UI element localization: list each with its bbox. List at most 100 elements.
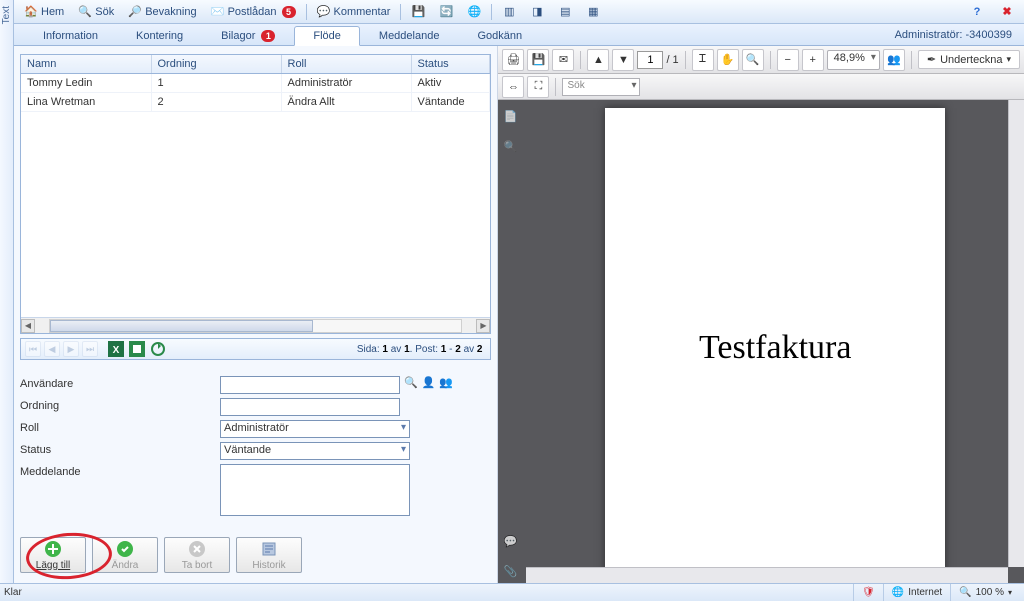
postladan-label: Postlådan (228, 6, 277, 18)
col-status[interactable]: Status (411, 55, 490, 74)
status-text: Klar (4, 587, 22, 598)
detail-form: Användare 🔍 👤 👥 Ordning Roll Administrat… (20, 376, 491, 520)
status-zone[interactable]: 🌐 Internet (883, 584, 950, 601)
ordning-input[interactable] (220, 398, 400, 416)
export-refresh-icon[interactable] (149, 340, 167, 358)
collaborate-icon: 👥 (887, 53, 901, 66)
export-excel-icon[interactable]: X (107, 340, 125, 358)
print-icon: 🖨 (507, 53, 521, 66)
left-rail[interactable]: Text (0, 0, 14, 583)
postladan-button[interactable]: ✉️ Postlådan 5 (205, 3, 302, 21)
comments-icon[interactable]: 💬 (503, 535, 521, 553)
email-button[interactable]: ✉ (552, 49, 574, 71)
hem-button[interactable]: 🏠 Hem (18, 3, 70, 21)
scroll-left-icon[interactable]: ◀ (21, 319, 35, 333)
toolbar-action-1[interactable]: 💾 (405, 3, 431, 21)
refresh-icon: 🔄 (439, 5, 453, 19)
thumbnails-icon[interactable]: 📄 (503, 110, 521, 128)
layout-4-button[interactable]: ▦ (580, 3, 606, 21)
fit-width-button[interactable]: ⇔ (502, 76, 524, 98)
layout-3-button[interactable]: ▤ (552, 3, 578, 21)
history-icon (260, 540, 278, 558)
andra-button[interactable]: Ändra (92, 537, 158, 573)
main-area: Namn Ordning Roll Status Tommy Ledin 1 A… (14, 46, 1024, 583)
toolbar-action-2[interactable]: 🔄 (433, 3, 459, 21)
select-tool-button[interactable]: Ꮖ (692, 49, 714, 71)
users-icon[interactable]: 👥 (439, 376, 453, 389)
col-roll[interactable]: Roll (281, 55, 411, 74)
col-namn[interactable]: Namn (21, 55, 151, 74)
tab-kontering[interactable]: Kontering (117, 26, 202, 45)
action-bar: Lägg till Ändra Ta bort Historik (20, 537, 302, 573)
sok-button[interactable]: 🔍 Sök (72, 3, 120, 21)
layout-full-icon: ▤ (558, 5, 572, 19)
disk-icon: 💾 (411, 5, 425, 19)
toolbar-action-3[interactable]: 🌐 (461, 3, 487, 21)
zoom-select[interactable]: 48,9% (827, 50, 880, 70)
binoculars-icon: 🔍 (78, 5, 92, 19)
tab-flode[interactable]: Flöde (294, 26, 360, 46)
table-row[interactable]: Tommy Ledin 1 Administratör Aktiv (21, 74, 490, 93)
search-user-icon[interactable]: 🔍 (404, 376, 418, 389)
tab-information[interactable]: Information (24, 26, 117, 45)
nav-prev-button[interactable]: ◀ (44, 341, 60, 357)
pen-icon: ✒ (927, 53, 936, 66)
table-row[interactable]: Lina Wretman 2 Ändra Allt Väntande (21, 93, 490, 112)
close-icon: ✖ (1000, 5, 1014, 19)
nav-last-button[interactable]: ⏭ (82, 341, 98, 357)
attachments-icon[interactable]: 📎 (503, 565, 521, 583)
historik-button[interactable]: Historik (236, 537, 302, 573)
help-icon: ? (970, 5, 984, 19)
status-security: 🛡 (853, 584, 883, 601)
page-down-button[interactable]: ▼ (612, 49, 634, 71)
left-pane: Namn Ordning Roll Status Tommy Ledin 1 A… (14, 46, 498, 583)
tab-godkann[interactable]: Godkänn (458, 26, 541, 45)
collaborate-button[interactable]: 👥 (883, 49, 905, 71)
save-button[interactable]: 💾 (527, 49, 549, 71)
tab-bilagor[interactable]: Bilagor 1 (202, 26, 294, 45)
bevakning-button[interactable]: 🔎 Bevakning (122, 3, 202, 21)
meddelande-textarea[interactable] (220, 464, 410, 516)
status-zoom[interactable]: 🔍 100 % ▾ (950, 584, 1020, 601)
pdf-search-input[interactable]: Sök (562, 78, 640, 96)
toolbar-separator (491, 4, 492, 20)
pdf-canvas[interactable]: Testfaktura (526, 100, 1024, 583)
tab-meddelande[interactable]: Meddelande (360, 26, 459, 45)
layout-2-button[interactable]: ◨ (524, 3, 550, 21)
zoom-in-button[interactable]: + (802, 49, 824, 71)
roll-select[interactable]: Administratör (220, 420, 410, 438)
fit-page-button[interactable]: ⛶ (527, 76, 549, 98)
scroll-right-icon[interactable]: ▶ (476, 319, 490, 333)
zoom-out-button[interactable]: − (777, 49, 799, 71)
export-csv-icon[interactable] (128, 340, 146, 358)
hand-tool-button[interactable]: ✋ (717, 49, 739, 71)
layout-1-button[interactable]: ▥ (496, 3, 522, 21)
page-total: 1 (673, 54, 679, 66)
status-select[interactable]: Väntande (220, 442, 410, 460)
nav-next-button[interactable]: ▶ (63, 341, 79, 357)
close-button[interactable]: ✖ (994, 3, 1020, 21)
nav-first-button[interactable]: ⏮ (25, 341, 41, 357)
pdf-page: Testfaktura (605, 108, 945, 583)
anvandare-input[interactable] (220, 376, 400, 394)
shield-icon: 🛡 (862, 587, 875, 598)
help-button[interactable]: ? (964, 3, 990, 21)
bookmarks-icon[interactable]: 🔍 (503, 140, 521, 158)
page-up-button[interactable]: ▲ (587, 49, 609, 71)
pdf-hscroll[interactable] (526, 567, 1008, 583)
kommentar-button[interactable]: 💬 Kommentar (311, 3, 397, 21)
label-ordning: Ordning (20, 398, 220, 412)
grid-hscroll[interactable]: ◀ ▶ (21, 317, 490, 333)
user-icon[interactable]: 👤 (422, 376, 436, 389)
marquee-zoom-button[interactable]: 🔍 (742, 49, 764, 71)
page-input[interactable] (637, 51, 663, 69)
pdf-vscroll[interactable] (1008, 100, 1024, 567)
col-ordning[interactable]: Ordning (151, 55, 281, 74)
bilagor-badge: 1 (261, 30, 275, 42)
lagg-till-button[interactable]: Lägg till (20, 537, 86, 573)
underteckna-button[interactable]: ✒ Underteckna ▾ (918, 50, 1020, 69)
arrow-down-icon: ▼ (618, 54, 629, 66)
ta-bort-button[interactable]: Ta bort (164, 537, 230, 573)
scroll-thumb[interactable] (50, 320, 313, 332)
print-button[interactable]: 🖨 (502, 49, 524, 71)
